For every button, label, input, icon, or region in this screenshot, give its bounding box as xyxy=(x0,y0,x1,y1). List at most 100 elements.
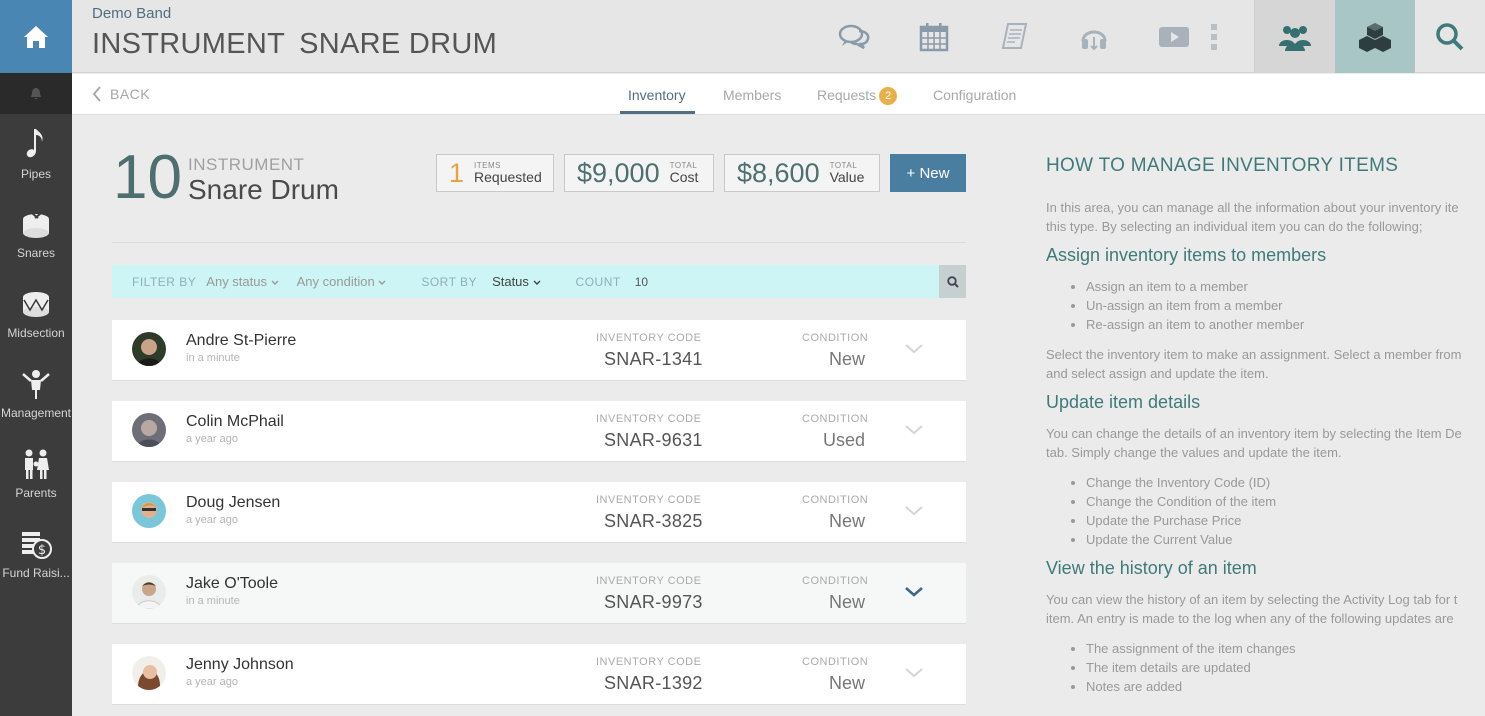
chevron-down-icon[interactable] xyxy=(904,504,924,518)
tab-members[interactable]: Members xyxy=(723,87,781,103)
member-name: Colin McPhail xyxy=(186,413,284,430)
cost-word: Cost xyxy=(669,169,699,185)
condition-label: CONDITION xyxy=(802,656,869,668)
group-icon xyxy=(1279,25,1311,51)
tab-requests[interactable]: Requests 2 xyxy=(817,87,898,105)
condition-label: CONDITION xyxy=(802,413,869,425)
chat-button[interactable] xyxy=(814,0,894,73)
back-label: BACK xyxy=(110,86,151,102)
condition-filter-dropdown[interactable]: Any condition xyxy=(297,274,387,289)
help-history-text-line1: You can view the history of an item by s… xyxy=(1046,592,1458,607)
help-list-item: Change the Inventory Code (ID) xyxy=(1086,473,1276,492)
requests-count-badge: 2 xyxy=(879,87,898,105)
snare-drum-icon xyxy=(23,209,49,238)
total-value-stat: $8,600 TOTAL Value xyxy=(724,154,880,192)
condition-value: Used xyxy=(822,430,865,450)
updated-time: a year ago xyxy=(186,676,238,688)
avatar xyxy=(132,332,166,366)
updated-time: in a minute xyxy=(186,595,240,607)
total-cost-value: $9,000 xyxy=(577,157,660,188)
sort-value: Status xyxy=(492,274,529,289)
member-name: Doug Jensen xyxy=(186,494,281,511)
member-name: Jake O'Toole xyxy=(186,575,278,592)
list-item[interactable]: Jake O'Toole in a minute INVENTORY CODE … xyxy=(112,563,966,624)
help-list-item: Update the Purchase Price xyxy=(1086,511,1276,530)
help-list-item: Change the Condition of the item xyxy=(1086,492,1276,511)
help-list-item: Re-assign an item to another member xyxy=(1086,315,1304,334)
updated-time: a year ago xyxy=(186,433,238,445)
tab-inventory[interactable]: Inventory xyxy=(628,87,686,103)
help-update-text-line1: You can change the details of an invento… xyxy=(1046,426,1462,441)
coins-icon: $ xyxy=(22,532,52,559)
sidebar-item-parents[interactable]: Parents xyxy=(0,434,72,514)
status-filter-dropdown[interactable]: Any status xyxy=(206,274,279,289)
title-name: SNARE DRUM xyxy=(299,28,498,60)
calendar-button[interactable] xyxy=(894,0,974,73)
audio-button[interactable] xyxy=(1054,0,1134,73)
page-title: INSTRUMENT SNARE DRUM xyxy=(92,28,497,61)
requested-value: 1 xyxy=(449,157,465,188)
list-item[interactable]: Colin McPhail a year ago INVENTORY CODE … xyxy=(112,401,966,462)
inventory-button[interactable] xyxy=(1335,0,1415,73)
sort-dropdown[interactable]: Status xyxy=(492,274,541,289)
list-item[interactable]: Doug Jensen a year ago INVENTORY CODE SN… xyxy=(112,482,966,543)
condition-filter-value: Any condition xyxy=(296,274,375,289)
updated-time: a year ago xyxy=(186,514,238,526)
sidebar-item-label: Snares xyxy=(16,246,56,260)
home-icon xyxy=(24,25,48,48)
video-play-icon xyxy=(1159,26,1189,47)
sort-by-label: SORT BY xyxy=(421,274,478,289)
help-section-assign-list: Assign an item to a member Un-assign an … xyxy=(1086,277,1304,334)
inventory-code-label: INVENTORY CODE xyxy=(596,413,702,425)
search-button[interactable] xyxy=(1415,0,1485,73)
member-name: Andre St-Pierre xyxy=(186,332,297,349)
sidebar-item-label: Midsection xyxy=(7,326,65,340)
chevron-down-icon xyxy=(533,280,541,285)
requested-word: Requested xyxy=(474,169,542,185)
instrument-label: INSTRUMENT xyxy=(188,155,305,174)
condition-label: CONDITION xyxy=(802,494,869,506)
members-button[interactable] xyxy=(1255,0,1335,73)
inventory-code-value: SNAR-9973 xyxy=(604,592,703,612)
sidebar-item-label: Fund Raisi... xyxy=(2,566,70,580)
chevron-down-icon[interactable] xyxy=(904,666,924,680)
list-item[interactable]: Andre St-Pierre in a minute INVENTORY CO… xyxy=(112,320,966,381)
help-intro-line1: In this area, you can manage all the inf… xyxy=(1046,200,1459,215)
tab-configuration[interactable]: Configuration xyxy=(933,87,1016,103)
status-filter-value: Any status xyxy=(206,274,267,289)
bass-drum-icon xyxy=(23,292,49,317)
search-icon xyxy=(946,275,959,288)
count-label: COUNT xyxy=(575,274,621,289)
back-button[interactable]: BACK xyxy=(92,86,150,102)
chevron-down-icon[interactable] xyxy=(904,342,924,356)
management-icon xyxy=(22,370,50,399)
sheet-music-icon xyxy=(1001,22,1028,49)
filter-search-button[interactable] xyxy=(939,265,966,298)
list-item[interactable]: Jenny Johnson a year ago INVENTORY CODE … xyxy=(112,644,966,705)
help-history-text-line2: item. An entry is made to the log when a… xyxy=(1046,611,1454,626)
help-assign-text-line2: and select assign and update the item. xyxy=(1046,366,1269,381)
chevron-down-icon[interactable] xyxy=(904,585,924,599)
chevron-down-icon xyxy=(271,280,279,285)
divider xyxy=(112,242,965,243)
new-item-button[interactable]: + New xyxy=(890,154,966,192)
home-button[interactable] xyxy=(0,0,72,73)
notifications-button[interactable] xyxy=(0,73,72,114)
sidebar-item-management[interactable]: Management xyxy=(0,354,72,434)
filter-by-label: FILTER BY xyxy=(132,274,197,289)
more-menu-button[interactable] xyxy=(1194,0,1234,73)
count-value: 10 xyxy=(634,274,649,289)
filter-bar: FILTER BY Any status Any condition SORT … xyxy=(112,265,939,298)
chevron-left-icon xyxy=(92,86,101,102)
sidebar-item-midsection[interactable]: Midsection xyxy=(0,274,72,354)
title-prefix: INSTRUMENT xyxy=(92,28,286,60)
sidebar-item-snares[interactable]: Snares xyxy=(0,194,72,274)
sidebar-item-fund-raising[interactable]: $ Fund Raisi... xyxy=(0,514,72,594)
help-section-update-title: Update item details xyxy=(1046,392,1201,412)
sidebar-item-pipes[interactable]: Pipes xyxy=(0,114,72,194)
music-note-icon xyxy=(26,129,43,158)
member-name: Jenny Johnson xyxy=(186,656,294,673)
chevron-down-icon[interactable] xyxy=(904,423,924,437)
sheet-music-button[interactable] xyxy=(974,0,1054,73)
inventory-code-value: SNAR-3825 xyxy=(604,511,703,531)
